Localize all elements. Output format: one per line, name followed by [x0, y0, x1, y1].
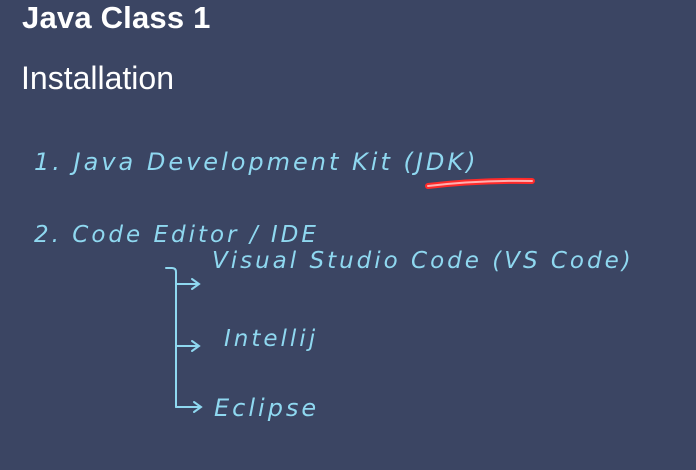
note-item-jdk: 1. Java Development Kit (JDK): [34, 148, 479, 176]
slide: Java Class 1 Installation 1. Java Develo…: [0, 0, 696, 470]
tree-connector: [165, 267, 177, 408]
note-subitem-intellij: Intellij: [224, 326, 319, 352]
arrow-intellij: [175, 340, 201, 352]
note-subitem-eclipse: Eclipse: [214, 394, 320, 422]
note-item-editor: 2. Code Editor / IDE: [34, 222, 319, 248]
arrow-eclipse: [175, 401, 203, 413]
note-subitem-vscode: Visual Studio Code (VS Code): [212, 248, 634, 274]
arrow-vscode: [175, 278, 201, 290]
